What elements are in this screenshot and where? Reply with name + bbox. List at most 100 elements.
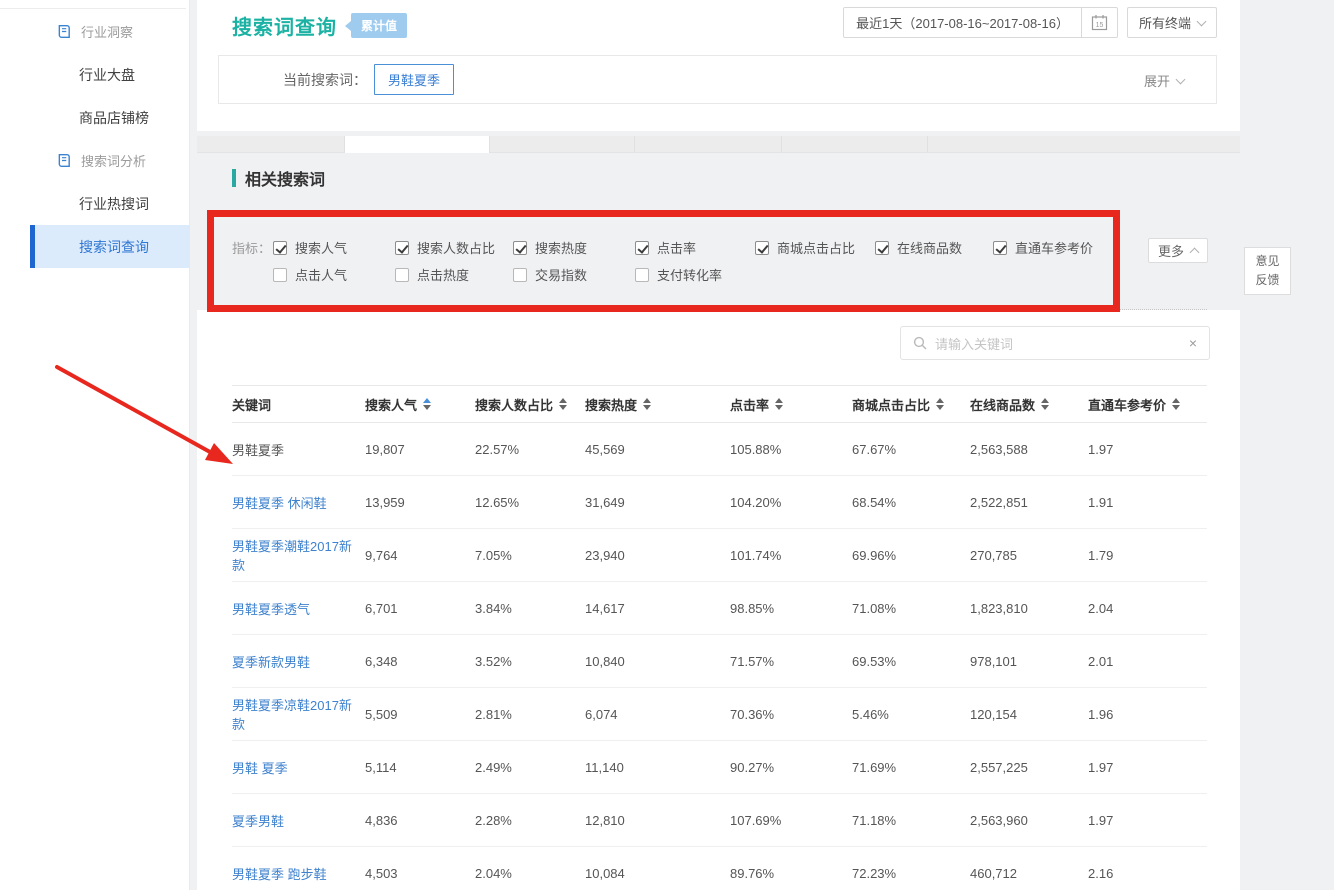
checkbox-checked-icon[interactable]	[273, 241, 287, 255]
table-cell: 104.20%	[730, 495, 852, 510]
keyword-cell[interactable]: 男鞋 夏季	[232, 761, 288, 776]
checkbox-checked-icon[interactable]	[755, 241, 769, 255]
feedback-button[interactable]: 意见 反馈	[1244, 247, 1291, 295]
tab-active[interactable]	[345, 136, 490, 153]
table-cell: 2,563,588	[970, 442, 1088, 457]
sidebar-item-行业热搜词[interactable]: 行业热搜词	[0, 182, 189, 225]
checkbox-checked-icon[interactable]	[875, 241, 889, 255]
column-header-在线商品数[interactable]: 在线商品数	[970, 395, 1088, 414]
keyword-search-input[interactable]: 请输入关键词 ×	[900, 326, 1210, 360]
checkbox-unchecked-icon[interactable]	[513, 268, 527, 282]
sidebar-item-label: 行业大盘	[79, 65, 135, 85]
tab[interactable]	[635, 136, 782, 153]
sidebar-item-搜索词分析[interactable]: 搜索词分析	[0, 139, 189, 182]
checkbox-checked-icon[interactable]	[993, 241, 1007, 255]
keyword-cell[interactable]: 男鞋夏季凉鞋2017新款	[232, 698, 352, 732]
table-row: 夏季男鞋4,8362.28%12,810107.69%71.18%2,563,9…	[232, 794, 1207, 847]
table-cell: 1.79	[1088, 548, 1207, 563]
header-filters: 最近1天（2017-08-16~2017-08-16） 15 所有终端	[843, 7, 1217, 38]
checkbox-checked-icon[interactable]	[395, 241, 409, 255]
table-cell: 10,840	[585, 654, 730, 669]
column-header-搜索热度[interactable]: 搜索热度	[585, 395, 730, 414]
expand-toggle[interactable]: 展开	[1144, 71, 1184, 90]
checkbox-checked-icon[interactable]	[635, 241, 649, 255]
table-row: 男鞋夏季凉鞋2017新款5,5092.81%6,07470.36%5.46%12…	[232, 688, 1207, 741]
sort-icon[interactable]	[1172, 398, 1180, 410]
chevron-down-icon	[1197, 16, 1207, 26]
table-cell: 2.49%	[475, 760, 585, 775]
tab[interactable]	[928, 136, 1240, 153]
more-metrics-button[interactable]: 更多	[1148, 238, 1208, 263]
table-cell: 男鞋 夏季	[232, 758, 365, 777]
app-window: 行业洞察行业大盘商品店铺榜搜索词分析行业热搜词搜索词查询 搜索词查询 累计值 最…	[0, 0, 1334, 890]
column-header-label: 关键词	[232, 395, 271, 414]
cumulative-badge: 累计值	[351, 13, 407, 38]
column-header-label: 点击率	[730, 395, 769, 414]
table-cell: 90.27%	[730, 760, 852, 775]
sort-icon[interactable]	[423, 398, 431, 410]
sort-icon[interactable]	[936, 398, 944, 410]
keyword-cell[interactable]: 男鞋夏季 休闲鞋	[232, 496, 327, 511]
tab[interactable]	[197, 136, 345, 153]
metric-checkbox-支付转化率[interactable]: 支付转化率	[635, 265, 755, 284]
current-term-label: 当前搜索词：	[283, 70, 367, 90]
table-cell: 男鞋夏季 跑步鞋	[232, 864, 365, 883]
tab[interactable]	[490, 136, 635, 153]
metric-checkbox-在线商品数[interactable]: 在线商品数	[875, 238, 993, 257]
current-term-chip[interactable]: 男鞋夏季	[374, 64, 454, 95]
terminal-filter-select[interactable]: 所有终端	[1127, 7, 1217, 38]
metric-checkbox-点击热度[interactable]: 点击热度	[395, 265, 513, 284]
date-range-picker[interactable]: 最近1天（2017-08-16~2017-08-16） 15	[843, 7, 1118, 38]
sort-icon[interactable]	[1041, 398, 1049, 410]
table-cell: 67.67%	[852, 442, 970, 457]
column-header-直通车参考价[interactable]: 直通车参考价	[1088, 395, 1207, 414]
metric-checkbox-点击人气[interactable]: 点击人气	[273, 265, 395, 284]
clear-icon[interactable]: ×	[1189, 335, 1197, 351]
keyword-cell[interactable]: 男鞋夏季潮鞋2017新款	[232, 539, 352, 573]
checkbox-unchecked-icon[interactable]	[635, 268, 649, 282]
metric-checkbox-搜索热度[interactable]: 搜索热度	[513, 238, 635, 257]
table-cell: 5,114	[365, 760, 475, 775]
table-cell: 68.54%	[852, 495, 970, 510]
table-cell: 1.97	[1088, 442, 1207, 457]
table-row: 男鞋夏季 休闲鞋13,95912.65%31,649104.20%68.54%2…	[232, 476, 1207, 529]
svg-text:15: 15	[1096, 22, 1104, 29]
calendar-icon-button[interactable]: 15	[1081, 8, 1117, 37]
checkbox-unchecked-icon[interactable]	[395, 268, 409, 282]
sidebar-item-行业大盘[interactable]: 行业大盘	[0, 53, 189, 96]
column-header-label: 直通车参考价	[1088, 395, 1166, 414]
sidebar-item-行业洞察[interactable]: 行业洞察	[0, 10, 189, 53]
related-terms-table: 关键词 搜索人气 搜索人数占比 搜索热度点击率 商城点击占比在线商品数直通车参考价 男鞋…	[232, 385, 1207, 890]
checkbox-unchecked-icon[interactable]	[273, 268, 287, 282]
metric-checkbox-商城点击占比[interactable]: 商城点击占比	[755, 238, 875, 257]
keyword-cell[interactable]: 夏季新款男鞋	[232, 655, 310, 670]
table-cell: 1.97	[1088, 813, 1207, 828]
keyword-cell[interactable]: 男鞋夏季 跑步鞋	[232, 867, 327, 882]
keyword-cell[interactable]: 夏季男鞋	[232, 814, 284, 829]
metric-checkbox-搜索人数占比[interactable]: 搜索人数占比	[395, 238, 513, 257]
column-header-搜索人数占比[interactable]: 搜索人数占比	[475, 395, 585, 414]
sort-icon[interactable]	[559, 398, 567, 410]
table-row: 夏季新款男鞋6,3483.52%10,84071.57%69.53%978,10…	[232, 635, 1207, 688]
column-header-label: 搜索人气	[365, 395, 417, 414]
column-header-搜索人气[interactable]: 搜索人气	[365, 395, 475, 414]
column-header-点击率[interactable]: 点击率	[730, 395, 852, 414]
sidebar-item-搜索词查询[interactable]: 搜索词查询	[30, 225, 190, 268]
sidebar-divider	[0, 8, 186, 9]
checkbox-checked-icon[interactable]	[513, 241, 527, 255]
sidebar-item-商品店铺榜[interactable]: 商品店铺榜	[0, 96, 189, 139]
keyword-cell: 男鞋夏季	[232, 443, 284, 458]
tab[interactable]	[782, 136, 928, 153]
report-icon	[57, 24, 72, 39]
column-header-label: 搜索人数占比	[475, 395, 553, 414]
metric-checkbox-搜索人气[interactable]: 搜索人气	[273, 238, 395, 257]
metric-checkbox-点击率[interactable]: 点击率	[635, 238, 755, 257]
column-header-商城点击占比[interactable]: 商城点击占比	[852, 395, 970, 414]
sort-icon[interactable]	[775, 398, 783, 410]
sort-icon[interactable]	[643, 398, 651, 410]
table-cell: 101.74%	[730, 548, 852, 563]
table-cell: 22.57%	[475, 442, 585, 457]
metric-checkbox-交易指数[interactable]: 交易指数	[513, 265, 635, 284]
keyword-cell[interactable]: 男鞋夏季透气	[232, 602, 310, 617]
metric-checkbox-直通车参考价[interactable]: 直通车参考价	[993, 238, 1123, 257]
